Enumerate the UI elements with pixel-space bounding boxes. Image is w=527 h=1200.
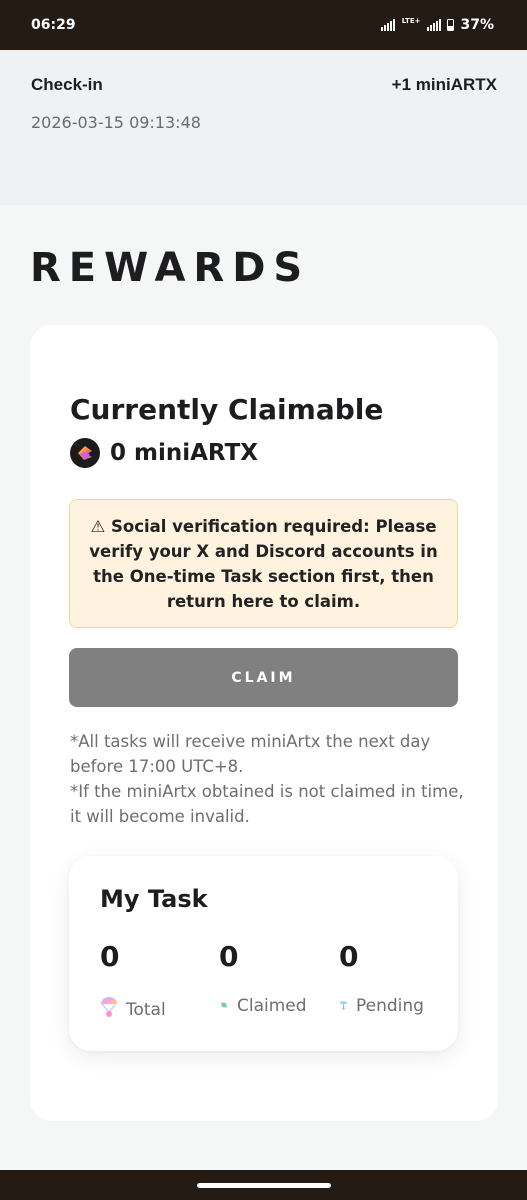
warning-icon: ⚠ bbox=[90, 516, 106, 536]
checkin-reward: +1 miniARTX bbox=[391, 75, 497, 94]
parachute-icon bbox=[100, 996, 118, 1023]
stat-pending-value: 0 bbox=[339, 940, 359, 973]
checkin-title: Check-in bbox=[31, 75, 103, 94]
stat-total-label: Total bbox=[126, 999, 166, 1020]
claim-notes: *All tasks will receive miniArtx the nex… bbox=[70, 729, 470, 829]
network-type: LTE+ bbox=[401, 17, 421, 25]
my-task-title: My Task bbox=[100, 885, 208, 913]
signal-icon-2 bbox=[427, 19, 442, 31]
stat-total-value: 0 bbox=[100, 940, 120, 973]
home-indicator[interactable] bbox=[197, 1183, 331, 1188]
sparkle-dot-icon bbox=[219, 997, 229, 1015]
stat-pending-label: Pending bbox=[356, 996, 424, 1016]
claim-button[interactable]: CLAIM bbox=[69, 648, 458, 707]
battery-icon bbox=[447, 19, 455, 31]
note-next-day: *All tasks will receive miniArtx the nex… bbox=[70, 732, 431, 776]
claimable-title: Currently Claimable bbox=[70, 393, 384, 426]
rewards-card: Currently Claimable 0 miniARTX ⚠ Social … bbox=[30, 325, 498, 1121]
warning-text: ⚠ Social verification required: Please v… bbox=[84, 514, 443, 614]
claimable-balance: 0 miniARTX bbox=[110, 440, 259, 466]
status-bar: 06:29 LTE+ 37% bbox=[0, 0, 527, 50]
battery-level: 37% bbox=[460, 17, 494, 33]
stat-claimed: 0 Claimed bbox=[219, 940, 307, 1016]
page-title: REWARDS bbox=[30, 245, 311, 291]
checkin-timestamp: 2026-03-15 09:13:48 bbox=[31, 113, 201, 132]
miniartx-token-icon bbox=[70, 438, 100, 468]
warning-message: Social verification required: Please ver… bbox=[89, 516, 438, 611]
stat-claimed-value: 0 bbox=[219, 940, 239, 973]
stat-claimed-label: Claimed bbox=[237, 996, 307, 1016]
claimable-balance-row: 0 miniARTX bbox=[70, 438, 258, 468]
status-indicators: LTE+ 37% bbox=[380, 17, 494, 33]
stat-pending: 0 Pending bbox=[339, 940, 424, 1016]
navigation-bar bbox=[0, 1170, 527, 1200]
signal-icon bbox=[380, 19, 395, 31]
verification-warning: ⚠ Social verification required: Please v… bbox=[69, 499, 458, 628]
note-expiry: *If the miniArtx obtained is not claimed… bbox=[70, 782, 464, 826]
status-time: 06:29 bbox=[31, 17, 76, 33]
stat-total: 0 Total bbox=[100, 940, 166, 1020]
small-parachute-icon bbox=[339, 997, 348, 1015]
checkin-banner: Check-in +1 miniARTX 2026-03-15 09:13:48 bbox=[0, 50, 527, 205]
my-task-card: My Task 0 Total 0 Claimed 0 Pending bbox=[69, 856, 458, 1051]
